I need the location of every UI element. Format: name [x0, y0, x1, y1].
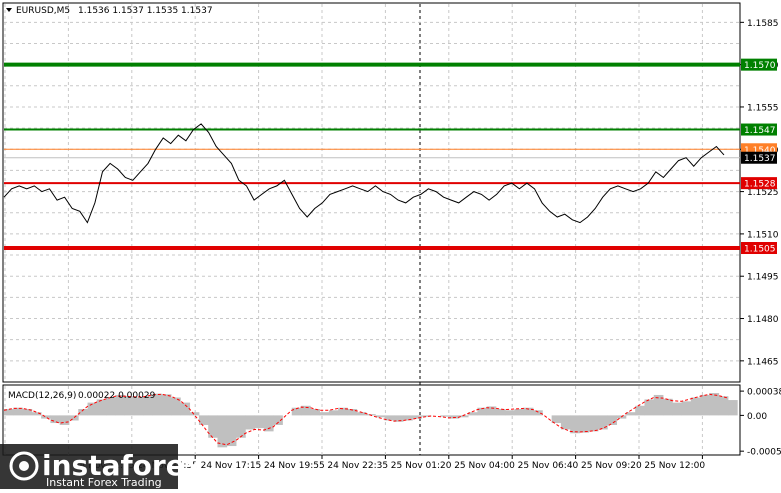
macd-histogram-bar — [96, 399, 107, 416]
macd-histogram-bar — [254, 415, 265, 429]
price-tick-label: 1.1480 — [747, 315, 779, 325]
level-label: 1.1570 — [744, 61, 776, 71]
macd-histogram-bar — [263, 415, 274, 432]
macd-histogram-bar — [514, 409, 525, 416]
macd-indicator — [3, 393, 738, 448]
ohlc-values: 1.1536 1.1537 1.1535 1.1537 — [78, 6, 213, 16]
macd-histogram-bar — [718, 396, 729, 416]
macd-histogram-bar — [189, 412, 200, 416]
macd-histogram-bar — [607, 415, 618, 425]
macd-histogram-bar — [245, 415, 256, 430]
macd-histogram-bar — [412, 415, 423, 419]
macd-histogram-bar — [598, 415, 608, 430]
macd-histogram-bar — [310, 409, 320, 416]
logo-mark-core-icon — [19, 461, 29, 471]
macd-histogram-bar — [690, 397, 701, 416]
chart-canvas: 1.15851.15701.15551.15401.15251.15101.14… — [0, 2, 781, 489]
time-tick-label: 25 Nov 04:00 — [454, 461, 515, 471]
price-tick-label: 1.1585 — [747, 19, 779, 29]
macd-histogram-bar — [50, 415, 61, 424]
price-axis: 1.15851.15701.15551.15401.15251.15101.14… — [740, 19, 781, 458]
macd-histogram-bar — [728, 400, 738, 416]
macd-histogram-bar — [588, 415, 599, 432]
macd-tick-label: 0.00 — [747, 412, 767, 422]
level-label: 1.1528 — [744, 180, 776, 190]
price-panel-frame — [2, 2, 741, 383]
macd-histogram-bar — [495, 409, 506, 416]
level-lines — [4, 62, 740, 251]
symbol-label: EURUSD,M5 — [16, 6, 70, 16]
time-tick-label: 24 Nov 22:35 — [327, 461, 388, 471]
time-tick-label: 25 Nov 06:40 — [518, 461, 579, 471]
macd-histogram-bar — [180, 402, 191, 416]
time-tick-label: 25 Nov 12:00 — [644, 461, 705, 471]
level-label: 1.1505 — [744, 245, 776, 255]
time-tick-label: 24 Nov 19:55 — [264, 461, 325, 471]
macd-histogram-bar — [319, 412, 330, 416]
macd-label: MACD(12,26,9) — [8, 391, 76, 401]
macd-histogram-bar — [59, 415, 70, 425]
macd-histogram-bar — [579, 415, 590, 433]
macd-histogram-bar — [533, 410, 543, 416]
macd-tick-label: -0.00056 — [747, 448, 781, 458]
macd-histogram-bar — [505, 410, 515, 416]
macd-histogram-bar — [161, 394, 172, 416]
macd-histogram-bar — [236, 415, 246, 438]
macd-histogram-bar — [41, 415, 51, 419]
time-tick-label: 25 Nov 01:20 — [391, 461, 452, 471]
price-tick-label: 1.1510 — [747, 230, 779, 240]
macd-histogram-bar — [208, 415, 218, 438]
price-tick-label: 1.1555 — [747, 103, 779, 113]
price-tick-label: 1.1495 — [747, 273, 779, 283]
macd-histogram-bar — [449, 415, 460, 419]
macd-histogram-bar — [635, 405, 645, 416]
level-labels: 1.15701.15471.15401.15281.15051.1537 — [741, 58, 777, 255]
macd-histogram-bar — [217, 415, 228, 448]
macd-histogram-bar — [709, 393, 720, 416]
macd-histogram-bar — [328, 410, 339, 416]
macd-tick-label: 0.00038 — [747, 388, 781, 398]
dropdown-triangle-icon[interactable] — [6, 8, 12, 12]
macd-histogram-bar — [644, 399, 655, 416]
price-tick-label: 1.1465 — [747, 357, 779, 367]
macd-histogram-bar — [681, 401, 692, 416]
trading-chart: 1.15851.15701.15551.15401.15251.15101.14… — [0, 0, 781, 489]
instaforex-logo: instaforex Instant Forex Trading — [0, 444, 203, 489]
macd-histogram-bar — [560, 415, 571, 430]
macd-histogram-bar — [440, 415, 450, 417]
macd-values: 0.00022 0.00029 — [78, 391, 156, 401]
grid — [4, 4, 740, 455]
price-line — [3, 123, 725, 224]
macd-histogram-bar — [226, 415, 237, 447]
logo-tagline: Instant Forex Trading — [46, 476, 162, 489]
macd-histogram-bar — [672, 402, 682, 416]
current-price-label: 1.1537 — [744, 154, 776, 164]
macd-histogram-bar — [700, 394, 710, 416]
macd-histogram-bar — [663, 398, 673, 416]
macd-histogram-bar — [198, 415, 209, 425]
macd-histogram-bar — [68, 415, 79, 421]
macd-histogram-bar — [570, 415, 580, 434]
time-tick-label: 24 Nov 17:15 — [201, 461, 262, 471]
time-tick-label: 25 Nov 09:20 — [581, 461, 642, 471]
level-label: 1.1547 — [744, 126, 776, 136]
